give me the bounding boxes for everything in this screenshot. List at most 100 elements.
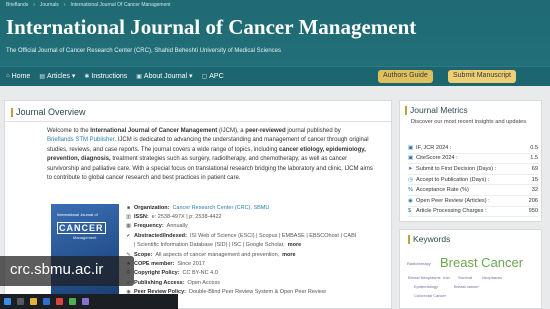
keyword-link[interactable]: Iran [443, 275, 450, 280]
nav-home[interactable]: ⌂ Home [6, 72, 30, 80]
metric-label: IF, JCR 2024 : [416, 144, 452, 151]
journal-metrics-card: Journal Metrics Discover our most recent… [399, 100, 542, 222]
breadcrumb-item[interactable]: Journals [40, 2, 59, 8]
start-icon[interactable] [4, 298, 11, 305]
metric-row[interactable]: % Acceptance Rate (%) 32 [408, 185, 538, 196]
nav-label: Home [11, 72, 31, 80]
app-icon[interactable] [82, 298, 89, 305]
cover-subtitle: Management [73, 235, 97, 240]
journal-subtitle: The Official Journal of Cancer Research … [6, 48, 282, 54]
metrics-heading: Journal Metrics [405, 105, 468, 115]
metric-value: 32 [531, 187, 538, 194]
folder-icon[interactable] [30, 298, 37, 305]
meta-value: | Scientific Information Database (SID) … [134, 242, 285, 249]
meta-value: e: 2538-497X | p: 2538-4422 [151, 214, 222, 221]
metric-row[interactable]: $ Article Processing Charges : 950 [408, 207, 538, 218]
keywords-heading: Keywords [408, 234, 450, 244]
meta-value: All aspects of cancer management and pre… [155, 251, 280, 258]
more-scope-link[interactable]: more [282, 252, 295, 258]
nav-articles[interactable]: ▤ Articles ▾ [39, 72, 75, 80]
metric-label: Submit to First Decision (Days) : [416, 165, 497, 172]
meta-row-cope: ★ COPE member: Since 2017 [126, 259, 388, 268]
nav-apc[interactable]: ▢ APC [202, 72, 224, 80]
meta-row-scope: ✎ Scope: All aspects of cancer managemen… [126, 250, 388, 259]
breadcrumb-item[interactable]: International Journal Of Cancer Manageme… [70, 2, 170, 8]
home-icon: ⌂ [6, 73, 10, 79]
keywords-title: Keywords [413, 234, 451, 244]
nav-instructions[interactable]: ✱ Instructions [84, 72, 127, 80]
meta-key: Organization: [134, 204, 170, 211]
breadcrumb-item[interactable]: Brieflands [6, 2, 28, 8]
heading-accent [11, 107, 13, 117]
breadcrumb: Brieflands › Journals › International Jo… [6, 2, 171, 8]
keyword-link-featured[interactable]: Breast Cancer [440, 255, 523, 270]
send-icon: ➤ [408, 165, 413, 172]
authors-guide-button[interactable]: Authors Guide [378, 70, 433, 83]
keyword-link[interactable]: Breast Neoplasms [408, 275, 441, 280]
journal-name: International Journal of Cancer Manageme… [90, 128, 218, 134]
metric-row[interactable]: ▣ CiteScore 2024 : 1.5 [408, 154, 538, 165]
keyword-link[interactable]: Epidemiology [414, 284, 438, 289]
metric-row[interactable]: ◉ Open Peer Review (Articles) : 206 [408, 196, 538, 207]
organization-link[interactable]: Cancer Research Center (CRC), SBMU [172, 205, 269, 211]
cover-journal-name: International Journal of [57, 212, 98, 217]
metric-label: Acceptance Rate (%) [416, 187, 469, 194]
os-taskbar [0, 294, 178, 309]
keyword-link[interactable]: Radiotherapy [407, 261, 431, 266]
meta-value: Open Access [187, 279, 220, 286]
overview-title: Journal Overview [16, 107, 86, 117]
keyword-link[interactable]: Breast cancer [454, 284, 479, 289]
building-icon: ■ [126, 204, 131, 211]
meta-row-access: ◐ Publishing Access: Open Access [126, 278, 388, 287]
nav-label: About Journal ▾ [143, 73, 193, 80]
calendar-icon: ▦ [126, 223, 131, 230]
meta-value: Since 2017 [177, 261, 205, 268]
metric-value: 1.5 [530, 155, 538, 162]
metrics-list: ▣ IF, JCR 2024 :0.5 ▣ CiteScore 2024 :1.5 … [408, 143, 538, 218]
meta-value: ISI Web of Science (ESCI) | Scopus | EMB… [189, 232, 357, 239]
meta-key: Copyright Policy: [134, 270, 180, 277]
header-bar: Brieflands › Journals › International Jo… [0, 0, 550, 66]
more-indexes-link[interactable]: more [288, 242, 301, 248]
meta-key: Scope: [134, 251, 153, 258]
doc-icon: ▢ [201, 73, 208, 80]
publisher-link[interactable]: Brieflands STM Publisher [47, 137, 114, 143]
cover-logo: CANCER [57, 222, 106, 234]
journal-title[interactable]: International Journal of Cancer Manageme… [6, 15, 416, 40]
divider [5, 121, 391, 122]
nav-label: Articles ▾ [46, 73, 76, 80]
overview-text-part: (IJCM), a [218, 128, 244, 134]
url-caption-text: crc.sbmu.ac.ir [10, 261, 104, 278]
metric-label: Accept to Publication (Days) : [416, 176, 490, 183]
url-caption-overlay: crc.sbmu.ac.ir [0, 256, 134, 286]
search-icon[interactable] [17, 298, 24, 305]
metric-row[interactable]: ▣ IF, JCR 2024 : 0.5 [408, 143, 538, 154]
meta-value: Double-Blind Peer Review System & Open P… [188, 289, 326, 296]
cover-logo-text: CANCER [57, 222, 106, 234]
meta-row-organization: ■ Organization: Cancer Research Center (… [126, 203, 388, 212]
app-icon[interactable] [56, 298, 63, 305]
metric-row[interactable]: ◷ Accept to Publication (Days) : 15 [408, 175, 538, 186]
percent-icon: % [408, 187, 413, 194]
keyword-link[interactable]: Neoplasms [482, 275, 502, 280]
app-icon[interactable] [69, 298, 76, 305]
metric-label: Article Processing Charges : [416, 208, 487, 215]
nav-about[interactable]: ▣ About Journal ▾ [136, 72, 192, 80]
keyword-link[interactable]: Survival [458, 275, 472, 280]
gear-icon: ✱ [84, 73, 90, 80]
journal-metadata-list: ■ Organization: Cancer Research Center (… [126, 203, 388, 297]
info-icon: ▣ [136, 73, 142, 80]
browser-icon[interactable] [43, 298, 50, 305]
chart-icon: ▣ [408, 155, 414, 162]
meta-row-indexed: ✔ Abstracted/Indexed: ISI Web of Science… [126, 231, 388, 240]
keyword-link[interactable]: Colorectal Cancer [414, 293, 446, 298]
overview-text-part: Welcome to the [47, 128, 89, 134]
metric-label: CiteScore 2024 : [416, 155, 458, 162]
overview-text: Welcome to the International Journal of … [47, 127, 377, 183]
meta-key: Publishing Access: [134, 279, 185, 286]
submit-manuscript-button[interactable]: Submit Manuscript [448, 70, 516, 83]
metric-row[interactable]: ➤ Submit to First Decision (Days) : 69 [408, 164, 538, 175]
money-icon: $ [408, 208, 412, 215]
metric-value: 0.5 [530, 144, 538, 151]
meta-value: Annually [166, 223, 188, 230]
